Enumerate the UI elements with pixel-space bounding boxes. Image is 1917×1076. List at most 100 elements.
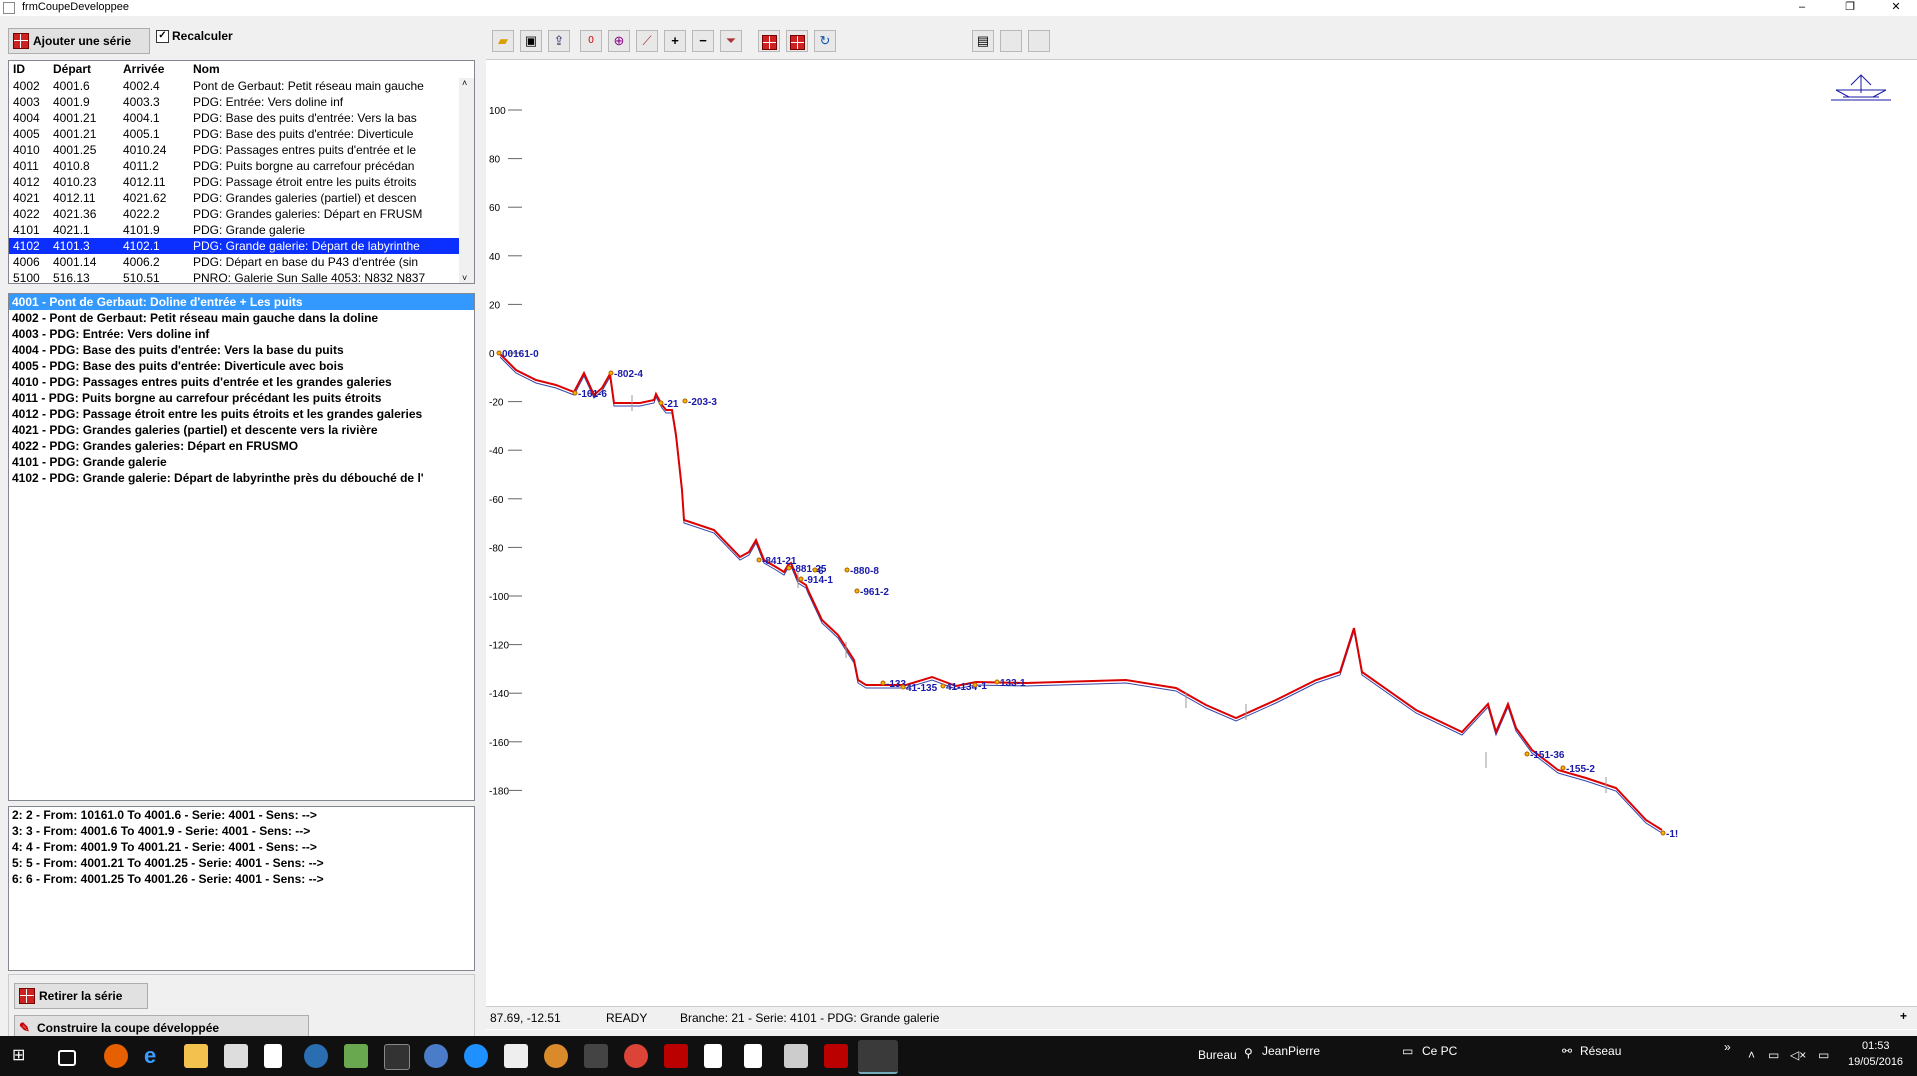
measure-icon[interactable]: ⟋ <box>636 30 658 52</box>
table-row[interactable]: 4004 4001.21 4004.1 PDG: Base des puits d'e… <box>9 110 474 126</box>
open-folder-icon[interactable]: ▰ <box>492 30 514 52</box>
clock-date[interactable]: 19/05/2016 <box>1848 1056 1903 1068</box>
filezilla-icon-2[interactable] <box>824 1044 848 1068</box>
station-marker[interactable] <box>972 682 978 688</box>
settings-icon[interactable]: ▤ <box>972 30 994 52</box>
station-marker[interactable] <box>994 679 1000 685</box>
tray-network-icon[interactable]: ▭ <box>1768 1048 1779 1062</box>
list-item[interactable]: 4021 - PDG: Grandes galeries (partiel) e… <box>9 422 474 438</box>
tray-arrow-icon[interactable]: ˄ <box>1748 1048 1755 1062</box>
filter-icon[interactable]: ⏷ <box>720 30 742 52</box>
table-row[interactable]: 4010 4001.25 4010.24 PDG: Passages entres p… <box>9 142 474 158</box>
list-item[interactable]: 4011 - PDG: Puits borgne au carrefour pr… <box>9 390 474 406</box>
table-row[interactable]: 4012 4010.23 4012.11 PDG: Passage étroit en… <box>9 174 474 190</box>
station-marker[interactable] <box>1660 830 1666 836</box>
volume-icon[interactable]: ◁× <box>1790 1048 1806 1062</box>
station-marker[interactable] <box>900 684 906 690</box>
table-row[interactable]: 4006 4001.14 4006.2 PDG: Départ en base du … <box>9 254 474 270</box>
station-marker[interactable] <box>940 683 946 689</box>
user-label[interactable]: JeanPierre <box>1262 1044 1320 1058</box>
table-row[interactable]: 5100 516.13 510.51 PNRO: Galerie Sun Salle … <box>9 270 474 283</box>
list-item[interactable]: 4102 - PDG: Grande galerie: Départ de la… <box>9 470 474 486</box>
export-icon[interactable]: ⇪ <box>548 30 570 52</box>
station-marker[interactable] <box>682 398 688 404</box>
list-item[interactable]: 4: 4 - From: 4001.9 To 4001.21 - Serie: … <box>9 839 474 855</box>
remove-series-button[interactable]: Retirer la série <box>14 983 148 1009</box>
table-row[interactable]: 4102 4101.3 4102.1 PDG: Grande galerie: Dép… <box>9 238 474 254</box>
grid-scrollbar[interactable]: ˄ ˅ <box>459 78 474 283</box>
store-icon[interactable] <box>224 1044 248 1068</box>
active-app-icon[interactable] <box>858 1040 898 1074</box>
station-marker[interactable] <box>844 567 850 573</box>
clock-time[interactable]: 01:53 <box>1862 1040 1890 1052</box>
chrome-icon[interactable] <box>624 1044 648 1068</box>
list-item[interactable]: 4005 - PDG: Base des puits d'entrée: Div… <box>9 358 474 374</box>
header-depart[interactable]: Départ <box>53 61 123 78</box>
app-icon-4[interactable] <box>464 1044 488 1068</box>
list-item[interactable]: 2: 2 - From: 10161.0 To 4001.6 - Serie: … <box>9 807 474 823</box>
station-marker[interactable] <box>854 588 860 594</box>
app-icon-7[interactable] <box>584 1044 608 1068</box>
word-icon[interactable] <box>744 1044 762 1068</box>
firefox-icon[interactable] <box>104 1044 128 1068</box>
app-icon-1[interactable] <box>304 1044 328 1068</box>
station-marker[interactable] <box>608 370 614 376</box>
profile-chart[interactable]: 100806040200-20-40-60-80-100-120-140-160… <box>486 60 1917 1005</box>
refresh-icon[interactable]: ↻ <box>814 30 836 52</box>
task-view-icon[interactable] <box>58 1050 76 1066</box>
table-row[interactable]: 4022 4021.36 4022.2 PDG: Grandes galeries: … <box>9 206 474 222</box>
header-arrivee[interactable]: Arrivée <box>123 61 193 78</box>
header-nom[interactable]: Nom <box>193 61 463 78</box>
gear-app-icon[interactable] <box>424 1044 448 1068</box>
table-row[interactable]: 4011 4010.8 4011.2 PDG: Puits borgne au car… <box>9 158 474 174</box>
station-marker[interactable] <box>786 565 792 571</box>
station-marker[interactable] <box>572 390 578 396</box>
grid-red2-icon[interactable] <box>786 30 808 52</box>
table-row[interactable]: 4101 4021.1 4101.9 PDG: Grande galerie <box>9 222 474 238</box>
minus-icon[interactable]: − <box>692 30 714 52</box>
scroll-up-icon[interactable]: ˄ <box>462 78 467 88</box>
scroll-down-icon[interactable]: ˅ <box>462 273 467 283</box>
list-item[interactable]: 4010 - PDG: Passages entres puits d'entr… <box>9 374 474 390</box>
table-row[interactable]: 4005 4001.21 4005.1 PDG: Base des puits d'e… <box>9 126 474 142</box>
status-plus-button[interactable]: + <box>1900 1009 1907 1023</box>
station-marker[interactable] <box>1524 751 1530 757</box>
app-icon-8[interactable] <box>784 1044 808 1068</box>
close-button[interactable]: ✕ <box>1876 0 1916 16</box>
network-label[interactable]: Réseau <box>1580 1044 1621 1058</box>
grid-red-icon[interactable] <box>758 30 780 52</box>
blank-button-1[interactable] <box>1000 30 1022 52</box>
notification-icon[interactable]: ▭ <box>1818 1048 1829 1062</box>
profile-plot[interactable]: 100 80 60 40 20 0 -20 -40 -60 -80 -100 -120 -140 -160… <box>486 60 1917 1005</box>
minimize-button[interactable]: – <box>1782 0 1822 16</box>
maximize-button[interactable]: ❐ <box>1830 0 1870 16</box>
station-marker[interactable] <box>496 350 502 356</box>
app-icon-5[interactable] <box>504 1044 528 1068</box>
add-series-button[interactable]: Ajouter une série <box>8 28 150 54</box>
save-icon[interactable]: ▣ <box>520 30 542 52</box>
table-row[interactable]: 4003 4001.9 4003.3 PDG: Entrée: Vers doline… <box>9 94 474 110</box>
station-marker[interactable] <box>812 567 818 573</box>
app-icon-2[interactable] <box>344 1044 368 1068</box>
list-item[interactable]: 4002 - Pont de Gerbaut: Petit réseau mai… <box>9 310 474 326</box>
app-icon-3[interactable] <box>384 1044 410 1070</box>
start-windows-icon[interactable]: ⊞ <box>12 1044 36 1068</box>
list-item[interactable]: 6: 6 - From: 4001.25 To 4001.26 - Serie:… <box>9 871 474 887</box>
station-marker[interactable] <box>1560 765 1566 771</box>
table-row[interactable]: 4021 4012.11 4021.62 PDG: Grandes galeries … <box>9 190 474 206</box>
filezilla-icon[interactable] <box>664 1044 688 1068</box>
station-marker[interactable] <box>756 557 762 563</box>
station-marker[interactable] <box>798 576 804 582</box>
toolbar-chevron[interactable]: » <box>1724 1040 1731 1054</box>
series-list[interactable]: 4001 - Pont de Gerbaut: Doline d'entrée … <box>8 293 475 801</box>
station-marker[interactable] <box>658 400 664 406</box>
list-item[interactable]: 4004 - PDG: Base des puits d'entrée: Ver… <box>9 342 474 358</box>
pc-label[interactable]: Ce PC <box>1422 1044 1457 1058</box>
document-icon[interactable] <box>704 1044 722 1068</box>
notepad-icon[interactable] <box>264 1044 282 1068</box>
app-icon-6[interactable] <box>544 1044 568 1068</box>
list-item[interactable]: 5: 5 - From: 4001.21 To 4001.25 - Serie:… <box>9 855 474 871</box>
zero-icon[interactable]: 0 <box>580 30 602 52</box>
list-item[interactable]: 4012 - PDG: Passage étroit entre les pui… <box>9 406 474 422</box>
zoom-icon[interactable]: ⊕ <box>608 30 630 52</box>
